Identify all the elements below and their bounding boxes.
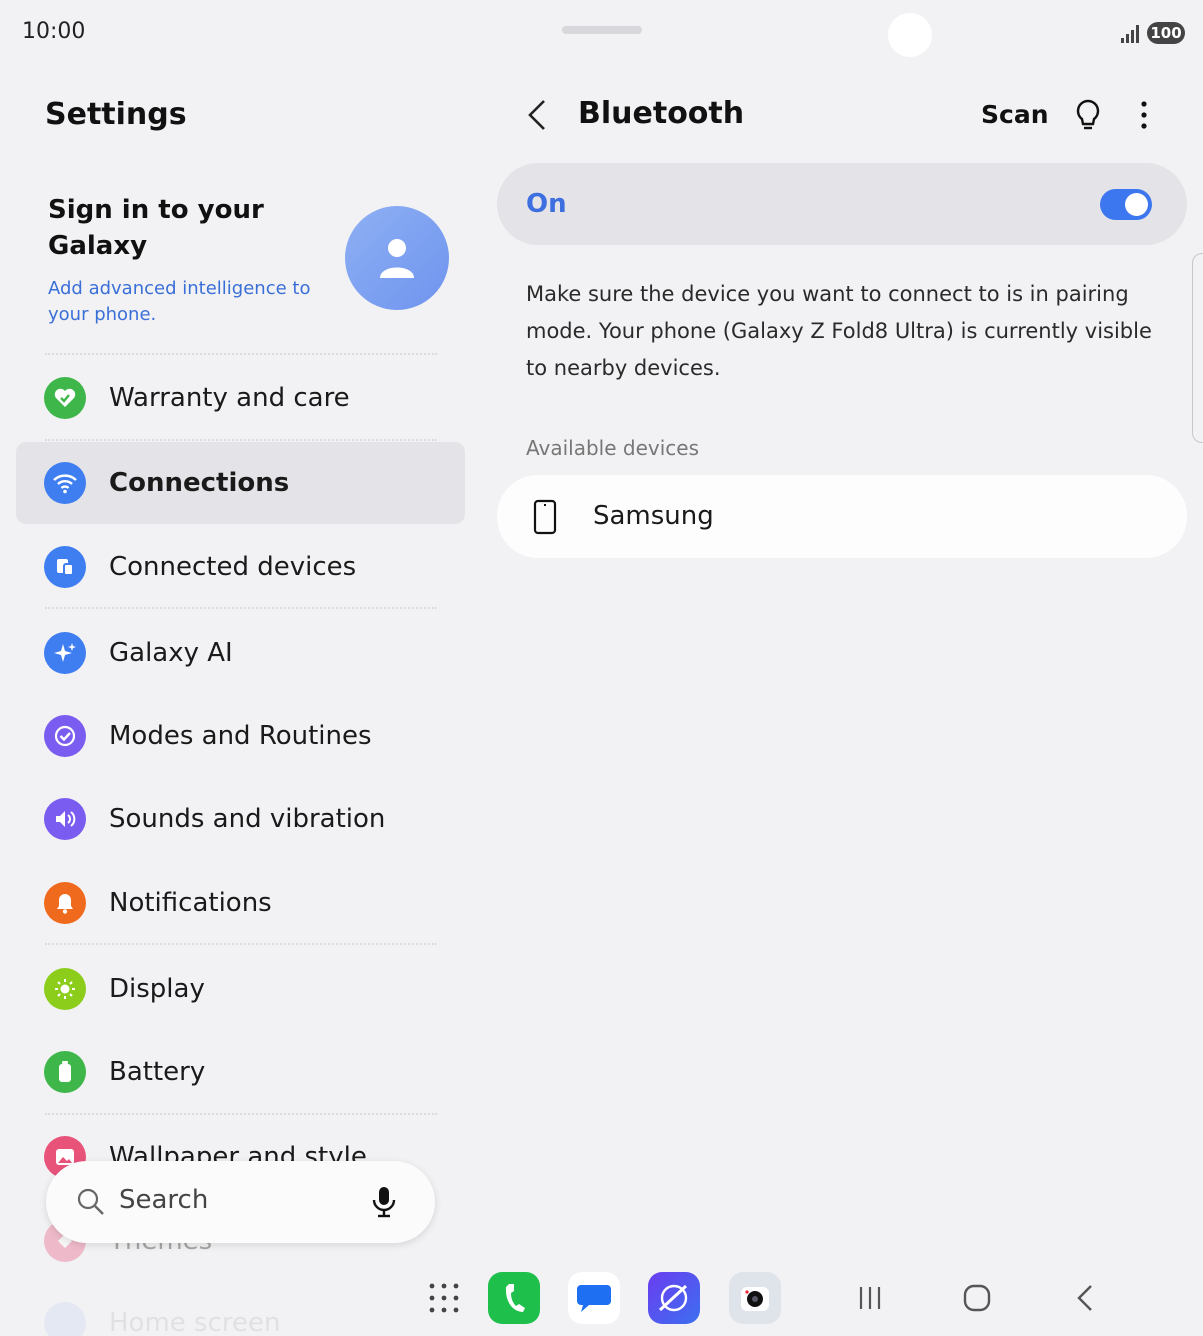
divider (45, 943, 437, 945)
menu-item-connections[interactable]: Connections (16, 442, 465, 524)
menu-label: Galaxy AI (109, 638, 233, 668)
device-item-samsung[interactable]: Samsung (497, 475, 1187, 558)
home-icon (44, 1302, 86, 1336)
check-circle-icon (44, 715, 86, 757)
wifi-icon (44, 462, 86, 504)
scan-button[interactable]: Scan (981, 100, 1049, 129)
divider (45, 607, 437, 609)
microphone-icon[interactable] (371, 1185, 397, 1219)
sun-icon (44, 968, 86, 1010)
menu-item-notifications[interactable]: Notifications (16, 862, 465, 944)
camera-app-icon[interactable] (729, 1272, 781, 1324)
sparkle-icon (44, 632, 86, 674)
menu-label: Modes and Routines (109, 721, 372, 751)
bluetooth-title: Bluetooth (578, 96, 745, 131)
phone-icon (533, 499, 557, 535)
menu-label: Battery (109, 1057, 206, 1087)
recents-icon[interactable] (856, 1284, 884, 1312)
more-options-icon[interactable] (1136, 100, 1152, 130)
menu-item-connected-devices[interactable]: Connected devices (16, 526, 465, 608)
menu-label: Display (109, 974, 205, 1004)
apps-grid-icon[interactable] (428, 1282, 460, 1314)
bell-icon (44, 882, 86, 924)
menu-label: Notifications (109, 888, 272, 918)
back-arrow-icon[interactable] (524, 98, 550, 132)
menu-label: Connected devices (109, 552, 357, 582)
page-title: Settings (45, 97, 187, 132)
device-name: Samsung (593, 501, 714, 531)
account-title: Sign in to your Galaxy (48, 195, 264, 261)
available-devices-header: Available devices (526, 436, 699, 460)
camera-cutout (888, 13, 932, 57)
status-time: 10:00 (22, 19, 86, 44)
signal-icon (1121, 25, 1139, 43)
divider (45, 1113, 437, 1115)
switch-knob (1125, 193, 1148, 216)
phone-app-icon[interactable] (488, 1272, 540, 1324)
menu-item-home-screen[interactable]: Home screen (16, 1282, 465, 1336)
account-signin[interactable]: Sign in to your Galaxy Add advanced inte… (48, 192, 328, 328)
menu-label: Connections (109, 468, 290, 498)
toggle-label: On (526, 189, 567, 219)
scroll-edge-handle[interactable] (1192, 253, 1203, 443)
account-subtitle: Add advanced intelligence to your phone. (48, 278, 311, 325)
speaker-icon (44, 798, 86, 840)
menu-item-galaxy-ai[interactable]: Galaxy AI (16, 612, 465, 694)
menu-item-sounds[interactable]: Sounds and vibration (16, 778, 465, 860)
home-button-icon[interactable] (962, 1283, 992, 1313)
bluetooth-switch[interactable] (1100, 189, 1152, 220)
lightbulb-icon[interactable] (1074, 98, 1102, 132)
search-bar[interactable]: Search (46, 1161, 435, 1243)
avatar[interactable] (345, 206, 449, 310)
menu-item-warranty[interactable]: Warranty and care (16, 357, 465, 439)
pairing-description: Make sure the device you want to connect… (526, 282, 1152, 380)
person-icon (380, 239, 414, 278)
nav-back-icon[interactable] (1072, 1283, 1098, 1313)
battery-indicator: 100 (1147, 22, 1185, 44)
menu-item-modes-routines[interactable]: Modes and Routines (16, 695, 465, 777)
menu-label: Sounds and vibration (109, 804, 386, 834)
battery-icon (44, 1051, 86, 1093)
menu-item-display[interactable]: Display (16, 948, 465, 1030)
search-icon (77, 1188, 104, 1215)
menu-item-battery[interactable]: Battery (16, 1031, 465, 1113)
drag-handle[interactable] (562, 26, 642, 34)
search-input[interactable]: Search (119, 1185, 208, 1215)
internet-app-icon[interactable] (648, 1272, 700, 1324)
menu-label: Home screen (109, 1308, 281, 1336)
messages-app-icon[interactable] (568, 1272, 620, 1324)
menu-label: Warranty and care (109, 383, 350, 413)
heart-check-icon (44, 377, 86, 419)
divider (45, 353, 437, 355)
divider (45, 439, 437, 441)
bluetooth-toggle-row[interactable]: On (497, 163, 1187, 245)
devices-icon (44, 546, 86, 588)
